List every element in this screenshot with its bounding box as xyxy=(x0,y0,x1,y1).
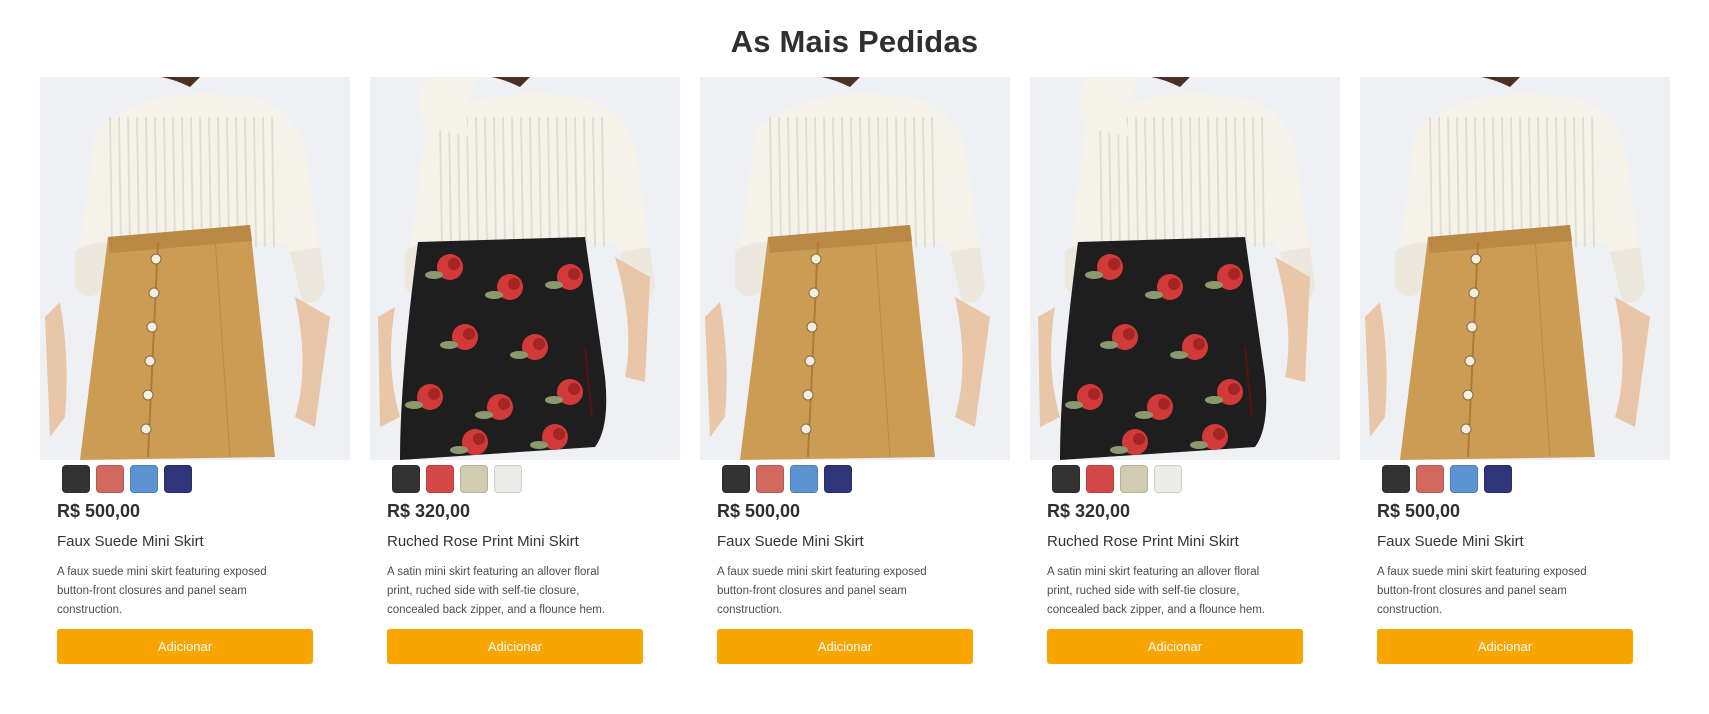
color-swatch[interactable] xyxy=(62,465,90,493)
suede-skirt-photo-illustration xyxy=(1365,77,1650,460)
color-swatches xyxy=(1382,465,1670,493)
product-description: A faux suede mini skirt featuring expose… xyxy=(57,566,267,616)
floral-skirt-photo-illustration xyxy=(378,77,655,460)
color-swatch[interactable] xyxy=(1154,465,1182,493)
color-swatch[interactable] xyxy=(460,465,488,493)
suede-skirt-photo-illustration xyxy=(45,77,330,460)
product-photo[interactable] xyxy=(40,77,350,460)
color-swatch[interactable] xyxy=(722,465,750,493)
product-price: R$ 320,00 xyxy=(1047,501,1131,521)
product-price: R$ 500,00 xyxy=(57,501,141,521)
add-to-cart-button[interactable]: Adicionar xyxy=(1377,629,1633,664)
product-card: R$ 500,00 Faux Suede Mini Skirt A faux s… xyxy=(1360,77,1670,664)
add-to-cart-button[interactable]: Adicionar xyxy=(387,629,643,664)
product-description: A satin mini skirt featuring an allover … xyxy=(1047,566,1266,616)
product-photo[interactable] xyxy=(1030,77,1340,460)
product-price: R$ 320,00 xyxy=(387,501,471,521)
color-swatch[interactable] xyxy=(1416,465,1444,493)
product-name[interactable]: Faux Suede Mini Skirt xyxy=(1377,533,1670,550)
color-swatches xyxy=(62,465,350,493)
color-swatches xyxy=(722,465,1010,493)
product-price: R$ 500,00 xyxy=(717,501,801,521)
product-name[interactable]: Ruched Rose Print Mini Skirt xyxy=(387,533,680,550)
product-description: A faux suede mini skirt featuring expose… xyxy=(1377,566,1587,616)
product-grid: R$ 500,00 Faux Suede Mini Skirt A faux s… xyxy=(40,77,1670,664)
color-swatch[interactable] xyxy=(96,465,124,493)
product-photo[interactable] xyxy=(700,77,1010,460)
color-swatch[interactable] xyxy=(756,465,784,493)
add-to-cart-button[interactable]: Adicionar xyxy=(717,629,973,664)
color-swatch[interactable] xyxy=(164,465,192,493)
color-swatch[interactable] xyxy=(1086,465,1114,493)
color-swatch[interactable] xyxy=(824,465,852,493)
product-card: R$ 500,00 Faux Suede Mini Skirt A faux s… xyxy=(700,77,1010,664)
product-photo[interactable] xyxy=(370,77,680,460)
color-swatches xyxy=(392,465,680,493)
product-description: A satin mini skirt featuring an allover … xyxy=(387,566,606,616)
color-swatch[interactable] xyxy=(130,465,158,493)
color-swatch[interactable] xyxy=(790,465,818,493)
product-name[interactable]: Faux Suede Mini Skirt xyxy=(717,533,1010,550)
product-card: R$ 320,00 Ruched Rose Print Mini Skirt A… xyxy=(370,77,680,664)
color-swatch[interactable] xyxy=(392,465,420,493)
section-title: As Mais Pedidas xyxy=(730,24,979,59)
add-to-cart-button[interactable]: Adicionar xyxy=(57,629,313,664)
color-swatch[interactable] xyxy=(1484,465,1512,493)
color-swatch[interactable] xyxy=(426,465,454,493)
product-description: A faux suede mini skirt featuring expose… xyxy=(717,566,927,616)
floral-skirt-photo-illustration xyxy=(1038,77,1315,460)
color-swatch[interactable] xyxy=(1120,465,1148,493)
color-swatches xyxy=(1052,465,1340,493)
color-swatch[interactable] xyxy=(1382,465,1410,493)
color-swatch[interactable] xyxy=(1052,465,1080,493)
add-to-cart-button[interactable]: Adicionar xyxy=(1047,629,1303,664)
color-swatch[interactable] xyxy=(1450,465,1478,493)
product-name[interactable]: Ruched Rose Print Mini Skirt xyxy=(1047,533,1340,550)
product-name[interactable]: Faux Suede Mini Skirt xyxy=(57,533,350,550)
color-swatch[interactable] xyxy=(494,465,522,493)
product-card: R$ 320,00 Ruched Rose Print Mini Skirt A… xyxy=(1030,77,1340,664)
suede-skirt-photo-illustration xyxy=(705,77,990,460)
product-card: R$ 500,00 Faux Suede Mini Skirt A faux s… xyxy=(40,77,350,664)
product-photo[interactable] xyxy=(1360,77,1670,460)
product-price: R$ 500,00 xyxy=(1377,501,1461,521)
